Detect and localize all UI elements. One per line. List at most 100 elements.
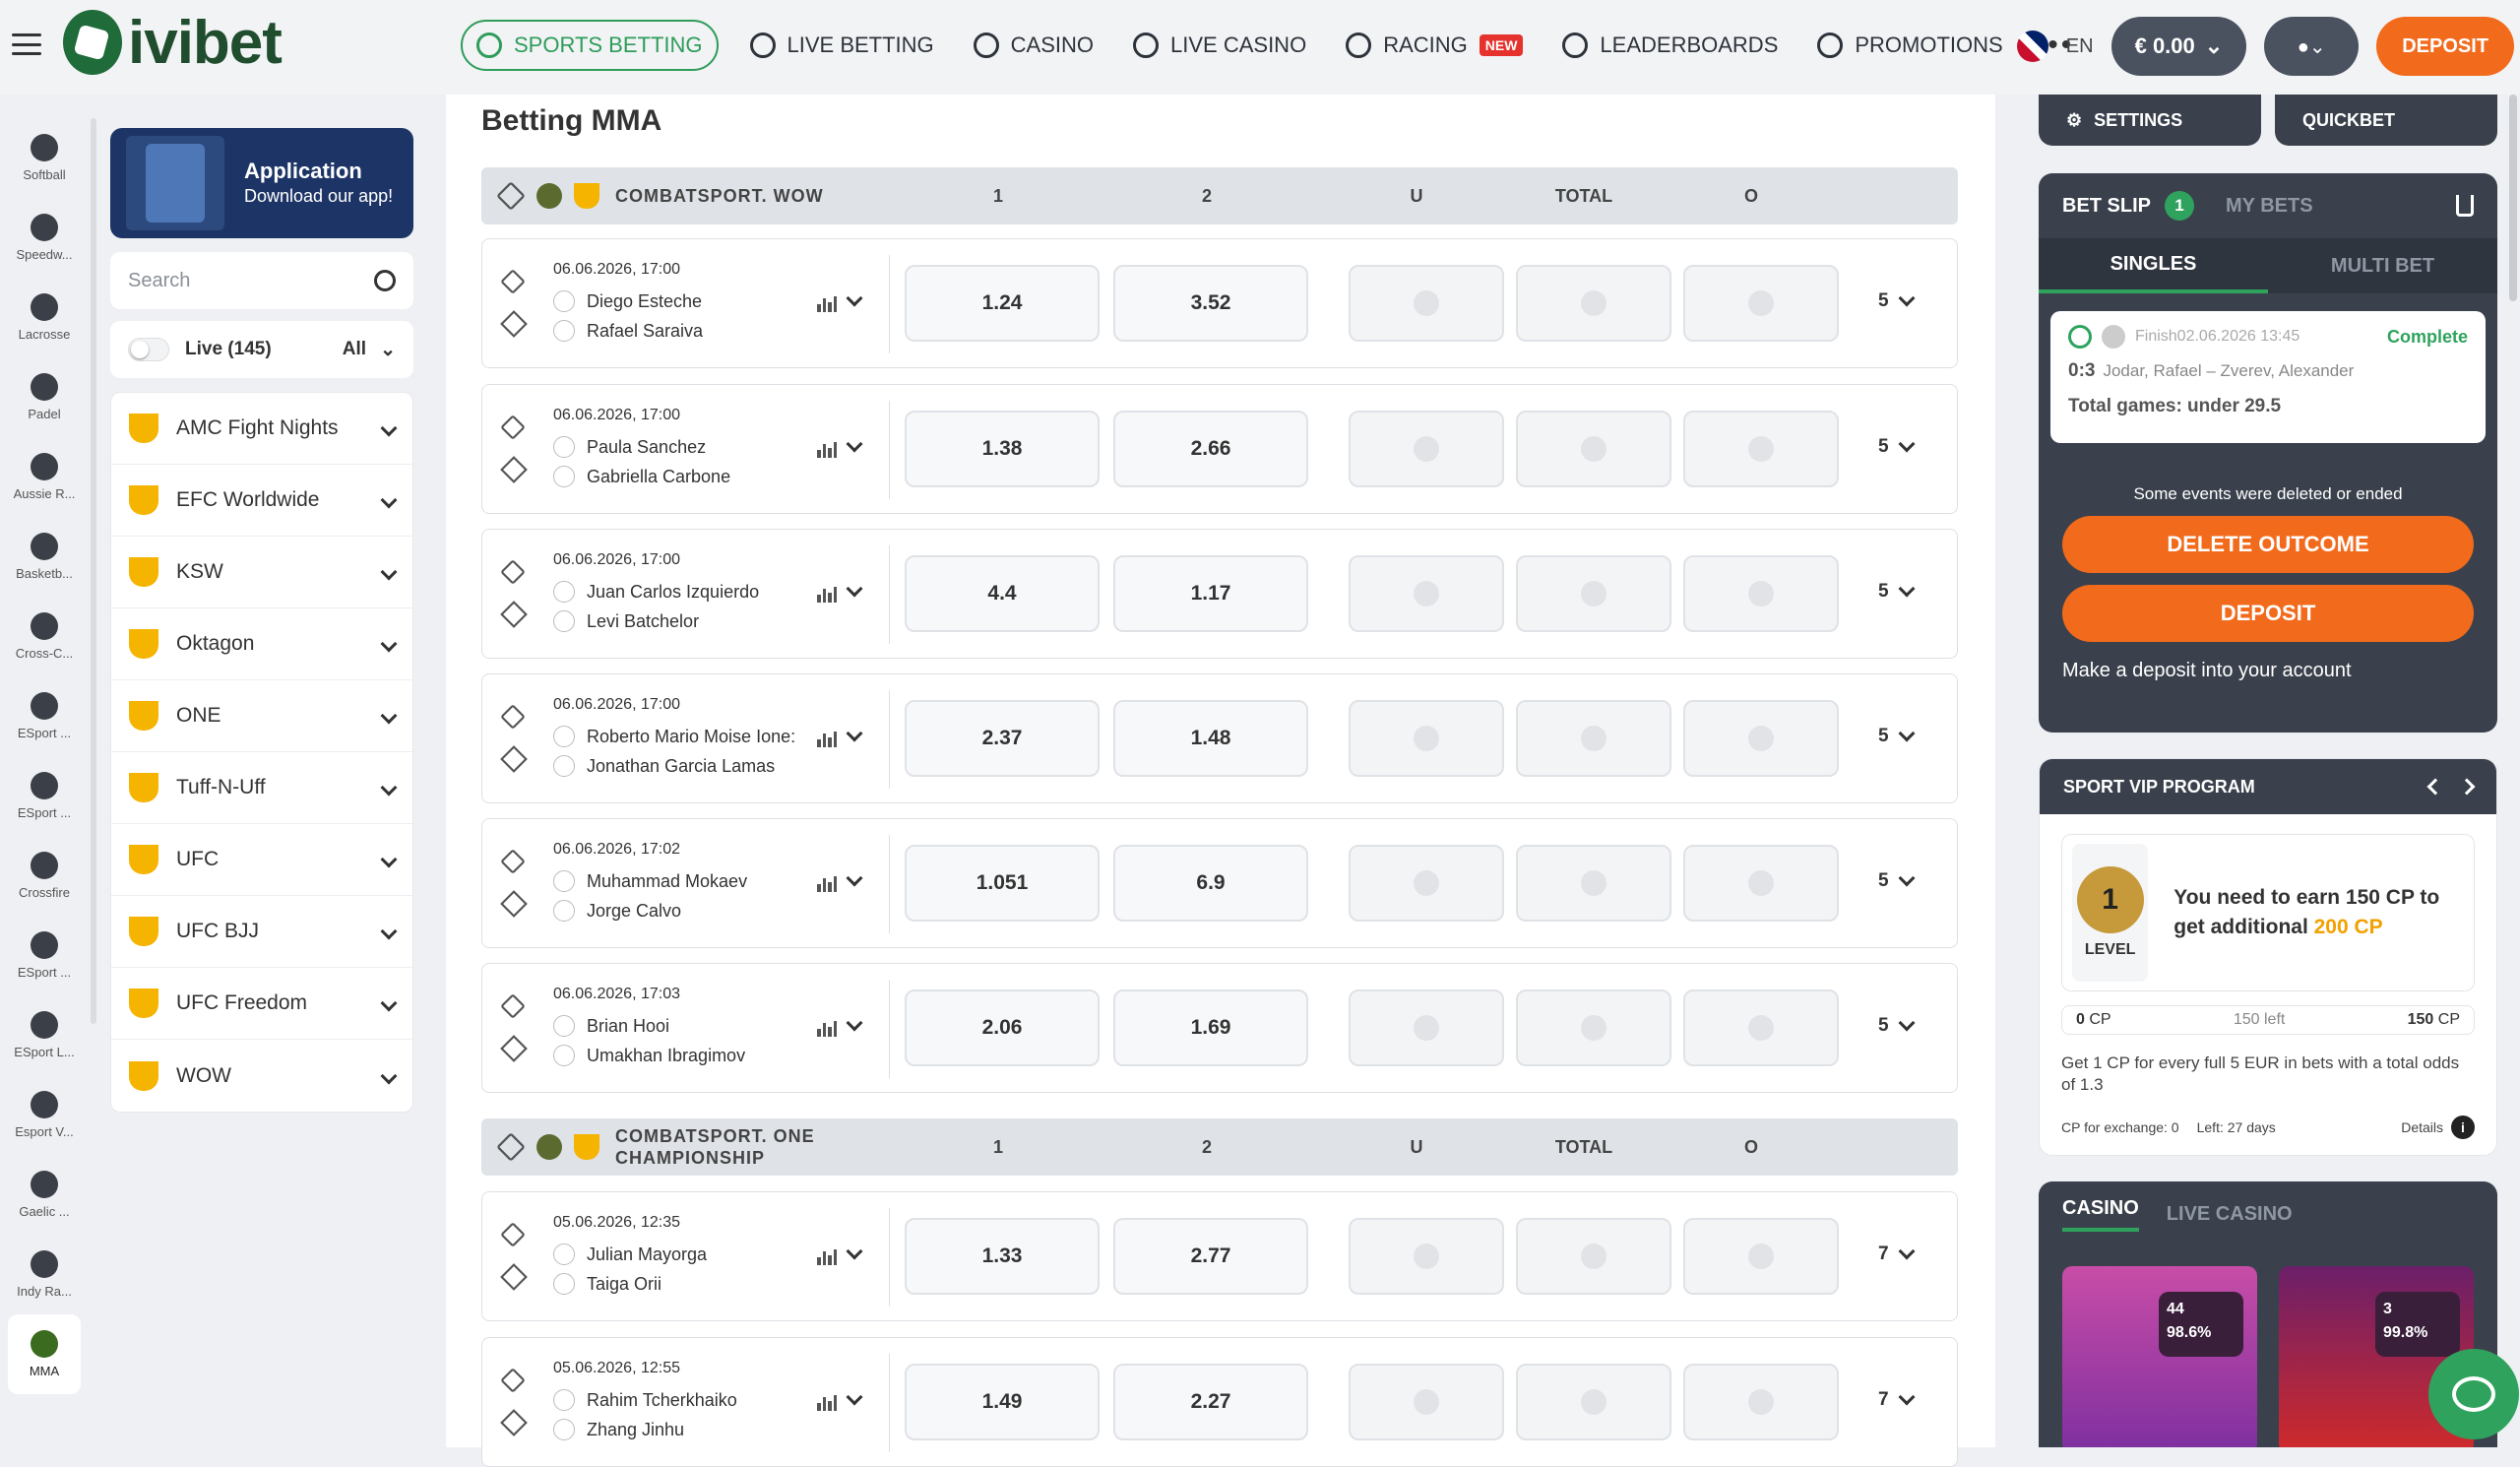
tab-multi-bet[interactable]: MULTI BET	[2268, 238, 2497, 293]
live-filter[interactable]: Live (145) All ⌄	[110, 321, 413, 378]
odd-1-button[interactable]: 1.24	[905, 265, 1100, 342]
odd-under-button[interactable]	[1349, 411, 1504, 487]
odd-2-button[interactable]: 3.52	[1113, 265, 1308, 342]
stats-icon[interactable]	[817, 1395, 837, 1411]
pin-icon[interactable]	[500, 559, 526, 585]
chevron-down-icon[interactable]	[846, 725, 863, 742]
more-markets-button[interactable]: 5	[1878, 580, 1916, 603]
sport-aussie-rules[interactable]: Aussie R...	[0, 437, 89, 517]
odd-under-button[interactable]	[1349, 555, 1504, 632]
star-icon[interactable]	[500, 456, 528, 483]
pin-icon[interactable]	[500, 1368, 526, 1393]
tab-casino[interactable]: CASINO	[2062, 1197, 2139, 1232]
tournament-item[interactable]: WOW	[111, 1040, 412, 1112]
odd-total-button[interactable]	[1516, 700, 1671, 777]
pin-icon[interactable]	[500, 1222, 526, 1247]
sport-lacrosse[interactable]: Lacrosse	[0, 278, 89, 357]
odd-2-button[interactable]: 2.66	[1113, 411, 1308, 487]
search-icon[interactable]	[374, 270, 396, 291]
odd-1-button[interactable]: 1.051	[905, 845, 1100, 922]
star-icon[interactable]	[496, 1132, 526, 1162]
search-input[interactable]: Search	[110, 252, 413, 309]
uk-flag-icon[interactable]	[2016, 31, 2048, 62]
odd-over-button[interactable]	[1683, 411, 1839, 487]
odd-under-button[interactable]	[1349, 1364, 1504, 1440]
stats-icon[interactable]	[817, 442, 837, 458]
star-icon[interactable]	[500, 310, 528, 338]
tournament-item[interactable]: UFC Freedom	[111, 968, 412, 1040]
live-filter-select[interactable]: All ⌄	[343, 339, 396, 361]
pin-icon[interactable]	[500, 415, 526, 440]
user-menu-button[interactable]: ●⌄	[2264, 17, 2360, 76]
odd-2-button[interactable]: 2.27	[1113, 1364, 1308, 1440]
tournament-item[interactable]: UFC BJJ	[111, 896, 412, 968]
odd-over-button[interactable]	[1683, 1364, 1839, 1440]
sport-esport-1[interactable]: ESport ...	[0, 676, 89, 756]
more-markets-button[interactable]: 5	[1878, 869, 1916, 892]
odd-1-button[interactable]: 1.33	[905, 1218, 1100, 1295]
sport-esport-league[interactable]: ESport L...	[0, 995, 89, 1075]
chevron-down-icon[interactable]	[846, 580, 863, 598]
pin-icon[interactable]	[500, 849, 526, 874]
settings-tab[interactable]: ⚙ SETTINGS	[2039, 95, 2261, 146]
odd-over-button[interactable]	[1683, 989, 1839, 1066]
star-icon[interactable]	[500, 1409, 528, 1436]
sport-esport-2[interactable]: ESport ...	[0, 756, 89, 836]
live-toggle[interactable]	[128, 338, 169, 361]
odd-over-button[interactable]	[1683, 1218, 1839, 1295]
chevron-down-icon[interactable]	[846, 1388, 863, 1406]
odd-total-button[interactable]	[1516, 265, 1671, 342]
odd-total-button[interactable]	[1516, 555, 1671, 632]
odd-over-button[interactable]	[1683, 700, 1839, 777]
nav-racing[interactable]: RACING NEW	[1338, 20, 1531, 71]
match-row[interactable]: 06.06.2026, 17:00 Diego Esteche Rafael Sar…	[481, 238, 1958, 368]
sport-indy-racing[interactable]: Indy Ra...	[0, 1235, 89, 1314]
more-markets-button[interactable]: 7	[1878, 1243, 1916, 1265]
trash-icon[interactable]	[2456, 195, 2474, 217]
match-row[interactable]: 06.06.2026, 17:00 Juan Carlos Izquierdo Le…	[481, 529, 1958, 659]
chevron-down-icon[interactable]	[846, 1014, 863, 1032]
odd-over-button[interactable]	[1683, 555, 1839, 632]
menu-icon[interactable]	[12, 30, 41, 59]
chevron-down-icon[interactable]	[846, 289, 863, 307]
odd-1-button[interactable]: 2.37	[905, 700, 1100, 777]
match-row[interactable]: 05.06.2026, 12:55 Rahim Tcherkhaiko Zhang …	[481, 1337, 1958, 1467]
odd-over-button[interactable]	[1683, 845, 1839, 922]
match-row[interactable]: 06.06.2026, 17:03 Brian Hooi Umakhan Ibrag…	[481, 963, 1958, 1093]
tournament-item[interactable]: KSW	[111, 537, 412, 608]
pin-icon[interactable]	[500, 704, 526, 730]
odd-over-button[interactable]	[1683, 265, 1839, 342]
bet-slip-title[interactable]: BET SLIP	[2062, 195, 2151, 218]
stats-icon[interactable]	[817, 732, 837, 747]
language[interactable]: EN	[2066, 35, 2094, 58]
chat-button[interactable]	[2428, 1349, 2519, 1439]
more-markets-button[interactable]: 7	[1878, 1388, 1916, 1411]
odd-under-button[interactable]	[1349, 1218, 1504, 1295]
nav-live-casino[interactable]: LIVE CASINO	[1125, 20, 1314, 71]
nav-live-betting[interactable]: LIVE BETTING	[742, 20, 942, 71]
odd-2-button[interactable]: 1.17	[1113, 555, 1308, 632]
star-icon[interactable]	[500, 1035, 528, 1062]
sport-softball[interactable]: Softball	[0, 118, 89, 198]
sport-gaelic[interactable]: Gaelic ...	[0, 1155, 89, 1235]
radio-icon[interactable]	[2068, 325, 2092, 349]
stats-icon[interactable]	[817, 296, 837, 312]
stats-icon[interactable]	[817, 1249, 837, 1265]
delete-outcome-button[interactable]: DELETE OUTCOME	[2062, 516, 2474, 573]
balance-button[interactable]: € 0.00 ⌄	[2110, 17, 2247, 76]
tournament-item[interactable]: AMC Fight Nights	[111, 393, 412, 465]
odd-total-button[interactable]	[1516, 411, 1671, 487]
odd-total-button[interactable]	[1516, 989, 1671, 1066]
betslip-deposit-button[interactable]: DEPOSIT	[2062, 585, 2474, 642]
odd-total-button[interactable]	[1516, 1364, 1671, 1440]
odd-2-button[interactable]: 1.48	[1113, 700, 1308, 777]
stats-icon[interactable]	[817, 876, 837, 892]
star-icon[interactable]	[500, 745, 528, 773]
more-markets-button[interactable]: 5	[1878, 289, 1916, 312]
chevron-down-icon[interactable]	[846, 435, 863, 453]
sidebar-scrollbar[interactable]	[91, 118, 96, 1024]
sport-basketball[interactable]: Basketb...	[0, 517, 89, 597]
match-row[interactable]: 05.06.2026, 12:35 Julian Mayorga Taiga Ori…	[481, 1191, 1958, 1321]
star-icon[interactable]	[500, 1263, 528, 1291]
nav-promotions[interactable]: PROMOTIONS	[1809, 20, 2010, 71]
